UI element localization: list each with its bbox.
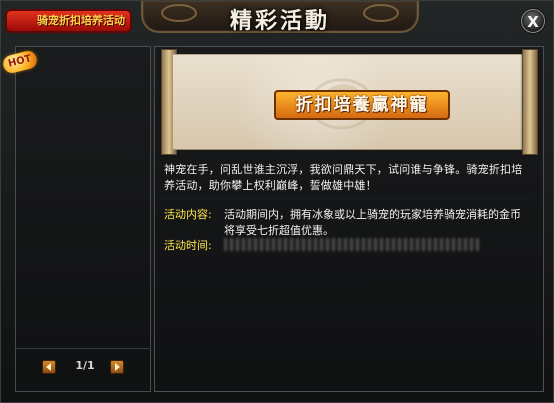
activity-scroll-banner: 折扣培養贏神寵 xyxy=(161,49,538,155)
page-number: 1/1 xyxy=(75,359,95,372)
previous-page-button[interactable] xyxy=(42,360,56,374)
right-scroll-rod xyxy=(522,49,538,155)
window-title: 精彩活動 xyxy=(229,8,330,34)
activity-banner-title: 折扣培養贏神寵 xyxy=(274,90,450,120)
activity-content-text: 活动期间内，拥有冰象或以上骑宠的玩家培养骑宠消耗的金币将享受七折超值优惠。 xyxy=(224,208,521,237)
window-title-banner: 精彩活動 xyxy=(141,1,419,34)
activity-content-label: 活动内容: xyxy=(164,208,212,221)
next-page-button[interactable] xyxy=(110,360,124,374)
event-window: 精彩活動 X 骑宠折扣培养活动 HOT 1/1 折扣培養贏神寵 神宠在手，问乱世… xyxy=(0,0,554,403)
activity-intro-text: 神宠在手，问乱世谁主沉浮，我欲问鼎天下，试问谁与争锋。骑宠折扣培养活动，助你攀上… xyxy=(164,163,523,192)
sidebar-item-label: 骑宠折扣培养活动 xyxy=(37,14,125,27)
sidebar-item-mount-discount-training[interactable]: 骑宠折扣培养活动 xyxy=(5,9,132,33)
content-divider xyxy=(161,198,531,199)
activity-time-label: 活动时间: xyxy=(164,239,212,252)
close-button[interactable]: X xyxy=(521,9,545,33)
activity-time-text-obscured xyxy=(224,238,480,251)
activity-sidebar xyxy=(15,46,151,392)
scroll-paper: 折扣培養贏神寵 xyxy=(173,54,526,150)
sidebar-pagination: 1/1 xyxy=(15,348,151,392)
